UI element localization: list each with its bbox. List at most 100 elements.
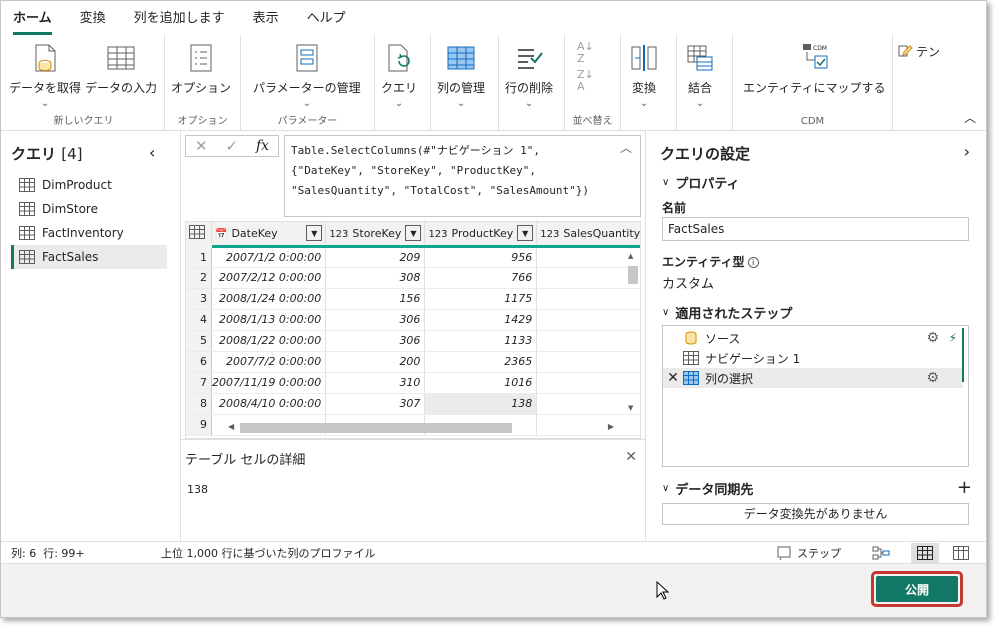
query-item-factinventory[interactable]: FactInventory [11, 221, 167, 245]
table-cell[interactable]: 2007/2/12 0:00:00 [211, 267, 327, 289]
diagram-view-button[interactable] [867, 543, 895, 563]
remove-rows-button[interactable]: 行の削除 ⌄ [503, 39, 555, 112]
table-cell[interactable]: 2008/1/13 0:00:00 [211, 309, 327, 331]
publish-button[interactable]: 公開 [876, 576, 958, 602]
table-row[interactable]: 6 2007/7/2 0:00:00 200 2365 [186, 351, 640, 373]
tab-transform[interactable]: 変換 [80, 7, 106, 35]
add-destination-icon[interactable]: + [957, 477, 972, 498]
table-row[interactable]: 4 2008/1/13 0:00:00 306 1429 [186, 309, 640, 331]
vertical-scroll-thumb[interactable] [628, 266, 638, 284]
table-cell[interactable]: 2008/1/22 0:00:00 [211, 330, 327, 352]
table-cell[interactable]: 200 [325, 351, 426, 373]
gear-icon[interactable]: ⚙ [926, 370, 939, 386]
filter-dropdown-icon[interactable]: ▼ [405, 225, 422, 242]
table-cell[interactable]: 138 [424, 393, 538, 415]
query-item-dimproduct[interactable]: DimProduct [11, 173, 167, 197]
enter-data-button[interactable]: データの入力 [83, 39, 159, 98]
table-cell[interactable]: 2007/7/2 0:00:00 [211, 351, 327, 373]
close-icon[interactable]: ✕ [625, 449, 637, 465]
scroll-left-icon[interactable]: ◀ [228, 422, 234, 431]
table-cell[interactable]: 1429 [424, 309, 538, 331]
collapse-settings-icon[interactable]: › [964, 142, 970, 161]
tab-add-column[interactable]: 列を追加します [134, 7, 225, 35]
table-cell[interactable]: 2008/4/10 0:00:00 [211, 393, 327, 415]
combine-button[interactable]: 結合 ⌄ [681, 39, 719, 112]
scroll-down-icon[interactable]: ▼ [628, 404, 633, 412]
map-entity-button[interactable]: CDM エンティティにマップする [741, 39, 888, 98]
applied-steps-section[interactable]: ∨ 適用されたステップ [662, 303, 792, 322]
horizontal-scroll-thumb[interactable] [240, 423, 512, 433]
table-cell[interactable]: 1133 [424, 330, 538, 352]
table-row[interactable]: 2 2007/2/12 0:00:00 308 766 [186, 267, 640, 289]
table-row[interactable]: 3 2008/1/24 0:00:00 156 1175 [186, 288, 640, 310]
table-row[interactable]: 8 2008/4/10 0:00:00 307 138 [186, 393, 640, 415]
sort-descending-icon[interactable]: Z↓ A [577, 69, 594, 93]
manage-columns-button[interactable]: 列の管理 ⌄ [435, 39, 487, 112]
query-button[interactable]: クエリ ⌄ [379, 39, 419, 112]
scroll-right-icon[interactable]: ▶ [608, 422, 614, 431]
column-name: StoreKey [352, 226, 402, 240]
filter-dropdown-icon[interactable]: ▼ [306, 225, 323, 242]
table-row[interactable]: 7 2007/11/19 0:00:00 310 1016 [186, 372, 640, 394]
step-select-columns[interactable]: ✕ 列の選択 ⚙ [663, 368, 963, 388]
column-header-storekey[interactable]: 123 StoreKey ▼ [325, 222, 426, 248]
horizontal-scrollbar[interactable]: ◀ ▶ [228, 422, 622, 434]
table-cell[interactable]: 156 [325, 288, 426, 310]
template-button[interactable]: テン [897, 43, 940, 60]
step-navigation[interactable]: ナビゲーション 1 [663, 348, 963, 368]
table-cell[interactable]: 1175 [424, 288, 538, 310]
collapse-formula-icon[interactable]: ︿ [620, 138, 632, 158]
table-cell[interactable]: 310 [325, 372, 426, 394]
manage-params-button[interactable]: パラメーターの管理 ⌄ [251, 39, 363, 112]
table-cell[interactable]: 2007/1/2 0:00:00 [211, 246, 327, 268]
options-button[interactable]: オプション [169, 39, 233, 98]
step-source[interactable]: ソース ⚙ ⚡ [663, 328, 963, 348]
table-cell[interactable]: 209 [325, 246, 426, 268]
tab-view[interactable]: 表示 [253, 7, 279, 35]
table-cell[interactable]: 2365 [424, 351, 538, 373]
table-view-button[interactable] [911, 543, 939, 563]
table-cell[interactable]: 2007/11/19 0:00:00 [211, 372, 327, 394]
gear-icon[interactable]: ⚙ [926, 330, 939, 346]
table-cell[interactable]: 766 [424, 267, 538, 289]
properties-section[interactable]: ∨ プロパティ [662, 173, 740, 192]
step-query-icon[interactable]: ⚡ [949, 331, 957, 345]
collapse-queries-icon[interactable]: ‹ [149, 143, 155, 162]
table-cell[interactable]: 1016 [424, 372, 538, 394]
table-cell[interactable]: 307 [325, 393, 426, 415]
query-name-input[interactable]: FactSales [662, 217, 969, 241]
table-row[interactable]: 1 2007/1/2 0:00:00 209 956 [186, 246, 640, 268]
step-view-button[interactable]: ステップ [777, 545, 841, 561]
schema-view-button[interactable] [947, 543, 975, 563]
grid-body: 1 2007/1/2 0:00:00 209 956 2 2007/2/12 0:00:0… [186, 246, 640, 436]
cancel-formula-icon[interactable]: ✕ [195, 137, 208, 155]
query-item-dimstore[interactable]: DimStore [11, 197, 167, 221]
table-cell[interactable]: 956 [424, 246, 538, 268]
query-item-factsales[interactable]: FactSales [11, 245, 167, 269]
info-icon[interactable]: i [747, 257, 759, 268]
column-header-productkey[interactable]: 123 ProductKey ▼ [424, 222, 538, 248]
delete-step-icon[interactable]: ✕ [663, 370, 683, 386]
formula-input[interactable]: Table.SelectColumns(#"ナビゲーション 1", {"Date… [284, 135, 641, 217]
table-menu[interactable] [186, 222, 212, 248]
column-header-salesquantity[interactable]: 123SalesQuantity▼ [536, 222, 640, 248]
tab-home[interactable]: ホーム [13, 7, 52, 35]
data-destination-value[interactable]: データ変換先がありません [662, 503, 969, 525]
table-cell[interactable]: 306 [325, 330, 426, 352]
transform-button[interactable]: 変換 ⌄ [625, 39, 663, 112]
vertical-scrollbar[interactable]: ▲ ▼ [626, 252, 638, 422]
data-destination-section[interactable]: ∨ データ同期先 [662, 479, 753, 498]
column-header-datekey[interactable]: 📅 DateKey ▼ [211, 222, 327, 248]
fx-icon[interactable]: fx [256, 138, 269, 154]
get-data-button[interactable]: データを取得 ⌄ [7, 39, 83, 112]
sort-ascending-icon[interactable]: A↓ Z [577, 41, 594, 65]
tab-help[interactable]: ヘルプ [307, 7, 346, 35]
filter-dropdown-icon[interactable]: ▼ [517, 225, 534, 242]
collapse-ribbon-icon[interactable]: ︿ [964, 109, 976, 126]
table-row[interactable]: 5 2008/1/22 0:00:00 306 1133 [186, 330, 640, 352]
table-cell[interactable]: 2008/1/24 0:00:00 [211, 288, 327, 310]
scroll-up-icon[interactable]: ▲ [628, 252, 633, 260]
table-cell[interactable]: 308 [325, 267, 426, 289]
commit-formula-icon[interactable]: ✓ [225, 137, 238, 155]
table-cell[interactable]: 306 [325, 309, 426, 331]
